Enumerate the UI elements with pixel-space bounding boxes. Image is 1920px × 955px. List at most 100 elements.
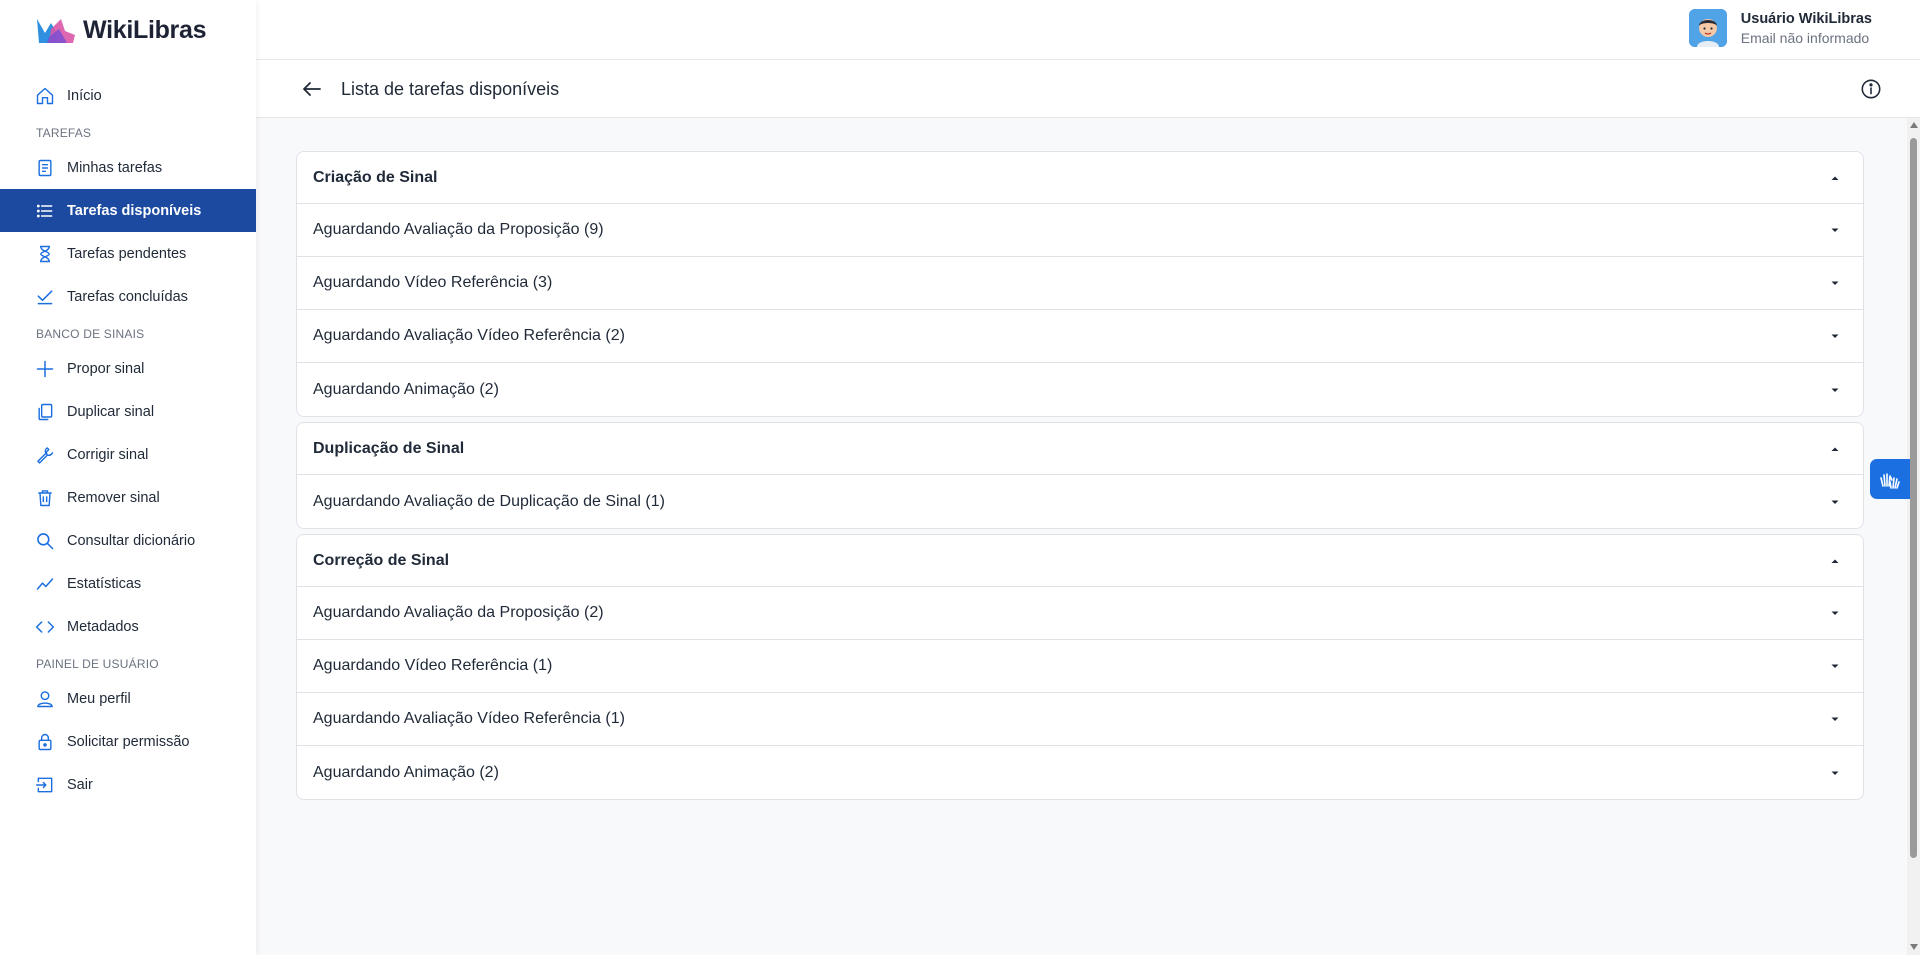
sidebar: WikiLibras Início TAREFAS Minhas tarefas… — [0, 0, 256, 955]
caret-up-icon — [1831, 176, 1839, 180]
sidebar-item-label: Início — [67, 87, 102, 104]
caret-down-icon — [1831, 334, 1839, 338]
caret-down-icon — [1831, 500, 1839, 504]
sidebar-item-label: Propor sinal — [67, 360, 145, 377]
sidebar-item-dictionary[interactable]: Consultar dicionário — [0, 519, 256, 562]
code-icon — [35, 620, 55, 633]
sidebar-item-permission[interactable]: Solicitar permissão — [0, 720, 256, 763]
sidebar-item-label: Solicitar permissão — [67, 733, 190, 750]
sidebar-item-propose-sign[interactable]: Propor sinal — [0, 347, 256, 390]
vlibras-widget-button[interactable] — [1870, 459, 1910, 499]
sidebar-item-statistics[interactable]: Estatísticas — [0, 562, 256, 605]
sidebar-item-label: Tarefas disponíveis — [67, 202, 202, 219]
user-email: Email não informado — [1740, 29, 1870, 46]
back-arrow-icon[interactable] — [300, 77, 324, 101]
trash-icon — [38, 489, 52, 506]
sidebar-item-metadata[interactable]: Metadados — [0, 605, 256, 648]
task-row[interactable]: Aguardando Animação (2) — [297, 363, 1863, 416]
sidebar-item-duplicate-sign[interactable]: Duplicar sinal — [0, 390, 256, 433]
sidebar-item-completed-tasks[interactable]: Tarefas concluídas — [0, 275, 256, 318]
task-row-label: Aguardando Avaliação da Proposição (9) — [313, 221, 604, 238]
section-user-panel: PAINEL DE USUÁRIO — [36, 657, 159, 671]
caret-down-icon — [1831, 228, 1839, 232]
task-row[interactable]: Aguardando Vídeo Referência (3) — [297, 257, 1863, 310]
task-group-correction: Correção de Sinal Aguardando Avaliação d… — [296, 534, 1864, 800]
avatar — [1688, 9, 1727, 47]
task-group-duplication: Duplicação de Sinal Aguardando Avaliação… — [296, 422, 1864, 529]
task-row-label: Aguardando Vídeo Referência (3) — [313, 274, 553, 291]
sidebar-item-my-tasks[interactable]: Minhas tarefas — [0, 146, 256, 189]
sidebar-item-label: Sair — [67, 776, 93, 793]
group-header[interactable]: Duplicação de Sinal — [297, 423, 1863, 475]
user-menu[interactable]: Usuário WikiLibras Email não informado — [1688, 9, 1872, 47]
sidebar-item-available-tasks[interactable]: Tarefas disponíveis — [0, 189, 256, 232]
scrollbar-thumb[interactable] — [1910, 138, 1917, 858]
caret-down-icon — [1831, 281, 1839, 285]
user-info: Usuário WikiLibras Email não informado — [1741, 11, 1872, 46]
sidebar-item-label: Tarefas pendentes — [67, 245, 187, 262]
copy-icon — [38, 403, 53, 420]
caret-down-icon — [1831, 717, 1839, 721]
scroll-up-arrow-icon[interactable] — [1910, 122, 1918, 128]
sidebar-item-label: Duplicar sinal — [67, 403, 155, 420]
caret-up-icon — [1831, 559, 1839, 563]
caret-down-icon — [1831, 664, 1839, 668]
sidebar-item-correct-sign[interactable]: Corrigir sinal — [0, 433, 256, 476]
document-icon — [38, 159, 52, 176]
task-row[interactable]: Aguardando Animação (2) — [297, 746, 1863, 799]
task-row[interactable]: Aguardando Avaliação Vídeo Referência (2… — [297, 310, 1863, 363]
sidebar-nav: Início TAREFAS Minhas tarefas Tarefas di… — [0, 60, 256, 806]
section-signs: BANCO DE SINAIS — [36, 327, 145, 341]
group-title: Criação de Sinal — [313, 168, 438, 186]
caret-up-icon — [1831, 447, 1839, 451]
group-title: Duplicação de Sinal — [313, 439, 465, 457]
sign-language-hands-icon — [1880, 473, 1900, 489]
sidebar-item-remove-sign[interactable]: Remover sinal — [0, 476, 256, 519]
group-header[interactable]: Correção de Sinal — [297, 535, 1863, 587]
user-icon — [37, 690, 53, 707]
task-row[interactable]: Aguardando Avaliação de Duplicação de Si… — [297, 475, 1863, 528]
caret-down-icon — [1831, 771, 1839, 775]
sidebar-item-label: Corrigir sinal — [67, 446, 149, 463]
top-header: Usuário WikiLibras Email não informado — [256, 0, 1920, 60]
sidebar-item-label: Tarefas concluídas — [67, 288, 188, 305]
home-icon — [36, 87, 54, 104]
task-row[interactable]: Aguardando Avaliação da Proposição (9) — [297, 204, 1863, 257]
wikilibras-logo-icon — [37, 19, 75, 43]
sidebar-item-pending-tasks[interactable]: Tarefas pendentes — [0, 232, 256, 275]
sidebar-item-label: Remover sinal — [67, 489, 160, 506]
list-icon — [36, 204, 53, 217]
task-row[interactable]: Aguardando Avaliação da Proposição (2) — [297, 587, 1863, 640]
check-done-icon — [37, 289, 53, 304]
logo-text: WikiLibras — [83, 15, 207, 44]
task-list: Criação de Sinal Aguardando Avaliação da… — [296, 151, 1864, 805]
caret-down-icon — [1831, 388, 1839, 392]
plus-icon — [36, 360, 54, 377]
sidebar-item-label: Meu perfil — [67, 690, 131, 707]
avatar-face-icon — [1688, 9, 1727, 47]
sidebar-item-home[interactable]: Início — [0, 74, 256, 117]
sidebar-item-profile[interactable]: Meu perfil — [0, 677, 256, 720]
task-row-label: Aguardando Animação (2) — [313, 763, 499, 781]
task-row-label: Aguardando Animação (2) — [313, 380, 499, 398]
trending-up-icon — [36, 577, 54, 590]
sidebar-item-label: Consultar dicionário — [67, 532, 196, 549]
sidebar-item-logout[interactable]: Sair — [0, 763, 256, 806]
page-title: Lista de tarefas disponíveis — [341, 79, 560, 99]
section-tasks: TAREFAS — [36, 126, 92, 140]
task-group-creation: Criação de Sinal Aguardando Avaliação da… — [296, 151, 1864, 417]
user-name: Usuário WikiLibras — [1740, 10, 1872, 27]
info-icon[interactable] — [1860, 78, 1882, 100]
logout-icon — [35, 777, 53, 792]
scroll-down-arrow-icon[interactable] — [1910, 944, 1918, 950]
wrench-icon — [37, 446, 54, 464]
group-header[interactable]: Criação de Sinal — [297, 152, 1863, 204]
sidebar-item-label: Minhas tarefas — [67, 159, 163, 176]
hourglass-icon — [40, 245, 50, 262]
task-row[interactable]: Aguardando Avaliação Vídeo Referência (1… — [297, 693, 1863, 746]
task-row[interactable]: Aguardando Vídeo Referência (1) — [297, 640, 1863, 693]
sidebar-item-label: Metadados — [67, 618, 139, 635]
task-row-label: Aguardando Vídeo Referência (1) — [313, 657, 553, 674]
logo[interactable]: WikiLibras — [0, 0, 256, 60]
caret-down-icon — [1831, 611, 1839, 615]
